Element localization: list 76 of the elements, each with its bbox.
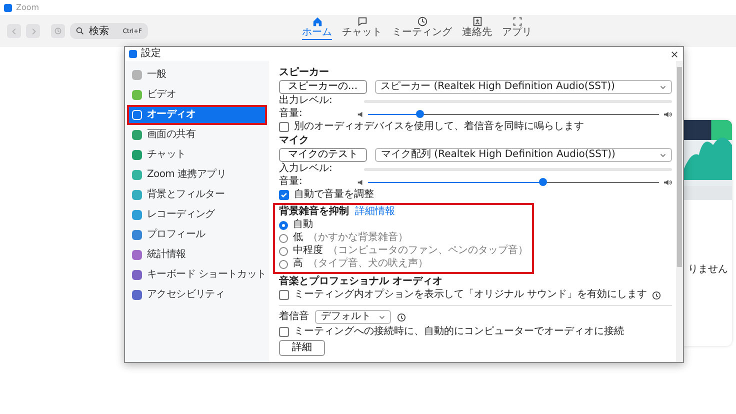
level-label: 出力レベル: [279, 95, 334, 107]
window-title: 設定 [141, 48, 161, 60]
volume-slider-thumb[interactable] [416, 110, 424, 118]
ringtone-label: 着信音 [279, 311, 309, 323]
speaker-loud-icon [663, 110, 672, 118]
sidebar-item[interactable]: プロフィール [127, 225, 267, 245]
option-label: 中程度 [293, 245, 323, 257]
section-heading: マイク [279, 135, 310, 147]
sidebar-item[interactable]: 一般 [127, 65, 267, 85]
sidebar-item[interactable]: ビデオ [127, 85, 267, 105]
card-message: りません [688, 263, 729, 276]
option-description: （タイプ音、犬の吠え声） [308, 258, 428, 270]
clock-icon [416, 16, 428, 27]
checkbox-label: ミーティングへの接続時に、自動的にコンピューターでオーディオに接続 [294, 326, 624, 338]
test-mic-button[interactable]: マイクのテスト [279, 148, 367, 162]
zoom-logo-icon [129, 50, 137, 58]
volume-label: 音量: [279, 108, 304, 120]
caret-icon [379, 314, 385, 320]
apps-icon [512, 16, 522, 27]
sidebar-item[interactable]: レコーディング [127, 205, 267, 225]
sidebar-item[interactable]: チャット [127, 145, 267, 165]
chevron-right-icon [30, 28, 36, 34]
option-description: （コンピュータのファン、ペンのタップ音） [328, 245, 528, 257]
radio-button[interactable] [279, 246, 288, 256]
checkbox[interactable] [279, 190, 289, 200]
checkbox[interactable] [279, 290, 289, 300]
checkbox-label: 自動で音量を調整 [294, 189, 374, 201]
volume-label: 音量: [279, 176, 304, 188]
caret-icon [660, 152, 666, 158]
radio-button[interactable] [279, 220, 288, 230]
checkbox-label: 別のオーディオデバイスを使用して、着信音を同時に鳴らします [294, 121, 584, 133]
device-dropdown[interactable]: マイク配列 (Realtek High Definition Audio(SST)) [375, 148, 672, 162]
section-heading: 音楽とプロフェショナル オーディオ [279, 276, 444, 288]
home-icon [312, 16, 322, 27]
advanced-button[interactable]: 詳細 [279, 340, 325, 356]
option-label: 低 [293, 232, 303, 244]
caret-icon [660, 84, 666, 90]
nav-tab[interactable]: アプリ [500, 16, 534, 40]
device-dropdown[interactable]: スピーカー (Realtek High Definition Audio(SST)) [374, 80, 672, 94]
nav-tab[interactable]: チャット [340, 16, 384, 40]
option-label: 高 [293, 258, 303, 270]
checkbox[interactable] [279, 327, 289, 337]
nav-tab[interactable]: ミーティング [390, 16, 454, 40]
checkbox-label: ミーティング内オプションを表示して「オリジナル サウンド」を有効にします [294, 289, 648, 301]
option-label: 自動 [293, 219, 313, 231]
radio-button[interactable] [279, 234, 288, 242]
speaker-low-icon [357, 178, 364, 186]
search-icon [76, 27, 84, 35]
test-speaker-button[interactable]: スピーカーの... [279, 80, 367, 94]
contact-card-icon [472, 16, 482, 27]
speaker-low-icon [357, 110, 364, 118]
more-info-link[interactable]: 詳細情報 [355, 206, 395, 218]
ringtone-dropdown[interactable]: デフォルト [315, 310, 391, 324]
sidebar-item[interactable]: Zoom 連携アプリ [127, 165, 267, 185]
level-label: 入力レベル: [279, 163, 334, 175]
sidebar-item[interactable]: キーボード ショートカット [127, 265, 272, 285]
chevron-left-icon [10, 28, 18, 34]
nav-tab[interactable]: ホーム [300, 16, 334, 40]
clock-icon [54, 27, 62, 35]
section-heading: 背景雑音を抑制 [279, 206, 349, 218]
sidebar-item[interactable]: オーディオ [127, 105, 267, 125]
sidebar-item[interactable]: アクセシビリティ [127, 285, 267, 305]
volume-slider-thumb[interactable] [538, 178, 547, 186]
section-heading: スピーカー [279, 67, 330, 79]
checkbox[interactable] [279, 122, 289, 132]
speaker-loud-icon [663, 178, 672, 186]
zoom-logo-icon [4, 4, 12, 12]
nav-tab[interactable]: 連絡先 [460, 16, 494, 40]
radio-button[interactable] [279, 260, 288, 268]
scrollbar[interactable] [676, 61, 683, 362]
sidebar-item[interactable]: 画面の共有 [127, 125, 267, 145]
sidebar-item[interactable]: 統計情報 [127, 245, 267, 265]
app-title: Zoom [16, 3, 40, 12]
chat-bubble-icon [356, 16, 368, 27]
option-description: （かすかな背景雑音） [308, 232, 408, 244]
sidebar-item[interactable]: 背景とフィルター [127, 185, 267, 205]
